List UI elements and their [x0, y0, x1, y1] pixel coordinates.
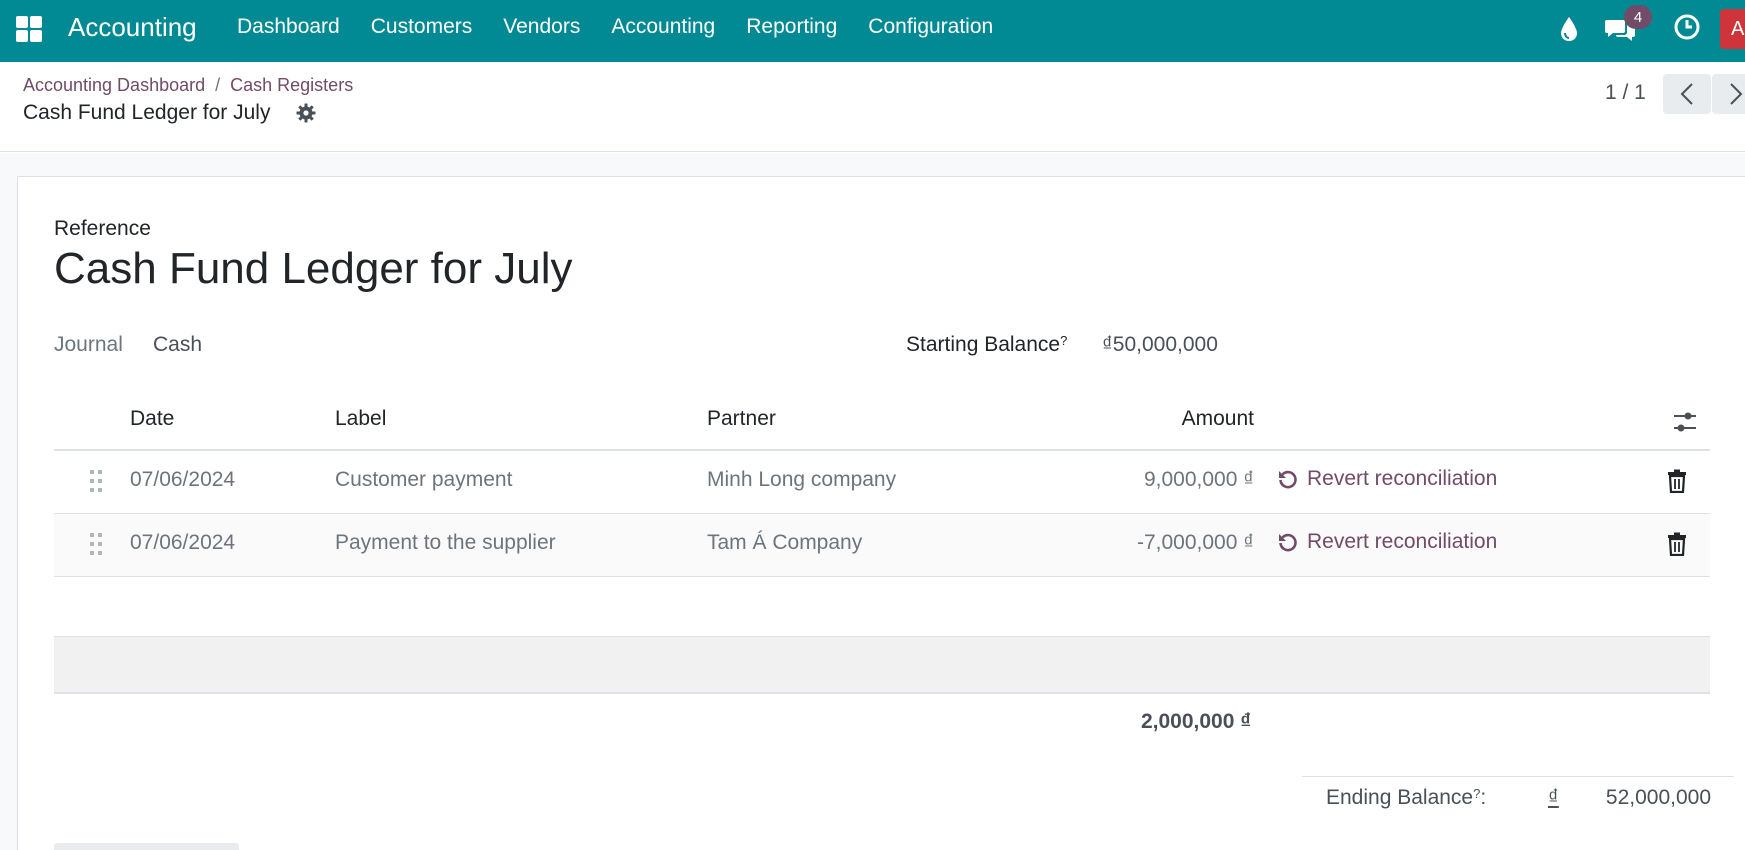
breadcrumb: Accounting Dashboard / Cash Registers	[23, 75, 353, 96]
column-date[interactable]: Date	[130, 407, 174, 431]
starting-balance-field[interactable]: ₫50,000,000	[1102, 333, 1218, 357]
row-date[interactable]: 07/06/2024	[130, 531, 235, 555]
undo-icon	[1279, 470, 1297, 489]
optional-columns-icon[interactable]	[1672, 409, 1698, 435]
control-panel: Accounting Dashboard / Cash Registers Cash…	[0, 62, 1745, 152]
menu-vendors[interactable]: Vendors	[503, 15, 580, 39]
breadcrumb-item-cash-registers[interactable]: Cash Registers	[230, 75, 353, 95]
starting-balance-label: Starting Balance?	[906, 333, 1067, 357]
revert-reconciliation-button[interactable]: Revert reconciliation	[1277, 467, 1497, 491]
reference-field[interactable]: Cash Fund Ledger for July	[54, 244, 573, 294]
row-label[interactable]: Customer payment	[335, 468, 512, 492]
column-partner[interactable]: Partner	[707, 407, 776, 431]
ending-balance-colon: :	[1480, 786, 1487, 809]
app-brand[interactable]: Accounting	[68, 12, 197, 43]
menu-customers[interactable]: Customers	[371, 15, 473, 39]
chat-badge: 4	[1624, 5, 1652, 29]
menu-reporting[interactable]: Reporting	[746, 15, 837, 39]
ending-balance-label: Ending Balance?:	[1326, 786, 1486, 810]
drag-handle-icon[interactable]	[88, 468, 104, 494]
row-partner[interactable]: Minh Long company	[707, 468, 896, 492]
top-navbar: Accounting Dashboard Customers Vendors A…	[0, 0, 1745, 62]
revert-reconciliation-button[interactable]: Revert reconciliation	[1277, 530, 1497, 554]
help-mark[interactable]: ?	[1060, 333, 1067, 348]
avatar[interactable]: A	[1720, 9, 1745, 49]
amount-total: 2,000,000 ₫	[1140, 710, 1251, 733]
pager-previous-button[interactable]	[1663, 74, 1711, 114]
pager-value: 1 / 1	[1605, 81, 1646, 104]
column-label[interactable]: Label	[335, 407, 386, 431]
row-partner[interactable]: Tam Á Company	[707, 531, 862, 555]
main-menu: Dashboard Customers Vendors Accounting R…	[237, 15, 1024, 39]
reference-label: Reference	[54, 217, 151, 240]
breadcrumb-item-dashboard[interactable]: Accounting Dashboard	[23, 75, 205, 95]
starting-balance-label-text: Starting Balance	[906, 333, 1061, 356]
undo-icon	[1279, 533, 1297, 552]
ending-balance-currency: ₫	[1548, 786, 1559, 809]
pager-next-button[interactable]	[1712, 74, 1745, 114]
drop-icon[interactable]	[1556, 14, 1582, 44]
breadcrumb-separator: /	[215, 75, 221, 95]
journal-field[interactable]: Cash	[153, 333, 202, 357]
gear-icon[interactable]	[296, 103, 316, 123]
journal-label: Journal	[54, 333, 123, 356]
page-title: Cash Fund Ledger for July	[23, 101, 271, 124]
chevron-left-icon	[1680, 83, 1693, 105]
row-label[interactable]: Payment to the supplier	[335, 531, 556, 555]
row-date[interactable]: 07/06/2024	[130, 468, 235, 492]
row-amount[interactable]: 9,000,000 ₫	[1144, 468, 1254, 492]
menu-accounting[interactable]: Accounting	[611, 15, 715, 39]
column-amount[interactable]: Amount	[1182, 407, 1254, 431]
lines-table-header: Date Label Partner Amount	[54, 399, 1710, 451]
revert-reconciliation-label: Revert reconciliation	[1307, 530, 1498, 553]
apps-icon[interactable]	[16, 16, 42, 42]
drag-handle-icon[interactable]	[88, 531, 104, 557]
trash-icon[interactable]	[1666, 469, 1688, 493]
ending-balance: Ending Balance?: ₫ 52,000,000	[1302, 776, 1734, 824]
trash-icon[interactable]	[1666, 532, 1688, 556]
menu-configuration[interactable]: Configuration	[868, 15, 993, 39]
ending-balance-value: 52,000,000	[1605, 786, 1711, 809]
bottom-tab-stub	[54, 843, 239, 850]
revert-reconciliation-label: Revert reconciliation	[1307, 467, 1498, 490]
menu-dashboard[interactable]: Dashboard	[237, 15, 340, 39]
table-row[interactable]: 07/06/2024 Payment to the supplier Tam Á…	[54, 514, 1710, 577]
table-row[interactable]: 07/06/2024 Customer payment Minh Long co…	[54, 451, 1710, 514]
row-amount[interactable]: -7,000,000 ₫	[1137, 531, 1254, 555]
add-line-row[interactable]	[54, 636, 1710, 694]
clock-icon[interactable]	[1673, 13, 1701, 41]
chevron-right-icon	[1730, 83, 1743, 105]
ending-balance-label-text: Ending Balance	[1326, 786, 1474, 809]
